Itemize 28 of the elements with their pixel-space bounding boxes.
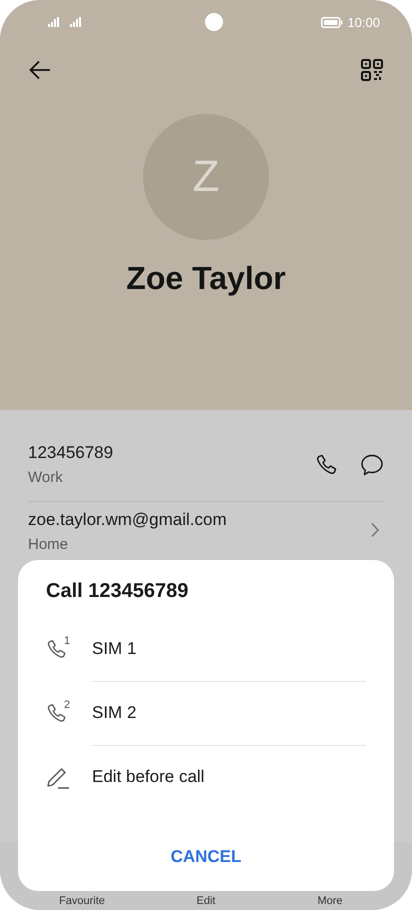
dialog-option[interactable]: SIM 2 — [92, 680, 366, 746]
detail-label: Home — [28, 537, 70, 553]
dialog-title: Call 123456789 — [45, 580, 190, 603]
contact-name: Zoe Taylor — [126, 260, 286, 297]
phone-icon — [46, 638, 68, 660]
chevron-right-icon[interactable] — [370, 522, 380, 538]
message-icon[interactable] — [360, 452, 384, 476]
detail-value[interactable]: zoe.taylor.wm@gmail.com — [28, 510, 348, 530]
phone-icon[interactable] — [314, 452, 338, 476]
nav-label[interactable]: Edit — [161, 895, 251, 907]
detail-label: Work — [28, 470, 64, 486]
back-icon[interactable] — [28, 58, 52, 82]
signal-icon — [48, 17, 60, 27]
status-time: 10:00 — [347, 14, 380, 30]
sim-number: 1 — [64, 635, 70, 647]
dialog-option[interactable]: Edit before call — [92, 745, 366, 809]
battery-icon — [321, 16, 344, 28]
phone-icon — [46, 702, 68, 724]
nav-label[interactable]: Favourite — [37, 895, 127, 907]
sim-number: 2 — [64, 699, 70, 711]
nav-label[interactable]: More — [285, 895, 375, 907]
avatar-initial: Z — [192, 152, 220, 202]
qr-code-icon[interactable] — [360, 58, 384, 82]
detail-value[interactable]: 123456789 — [28, 443, 292, 463]
camera-hole — [205, 13, 223, 31]
cancel-button[interactable]: CANCEL — [158, 841, 254, 873]
signal-icon — [70, 17, 82, 27]
dialog-option[interactable]: SIM 1 — [92, 616, 366, 682]
